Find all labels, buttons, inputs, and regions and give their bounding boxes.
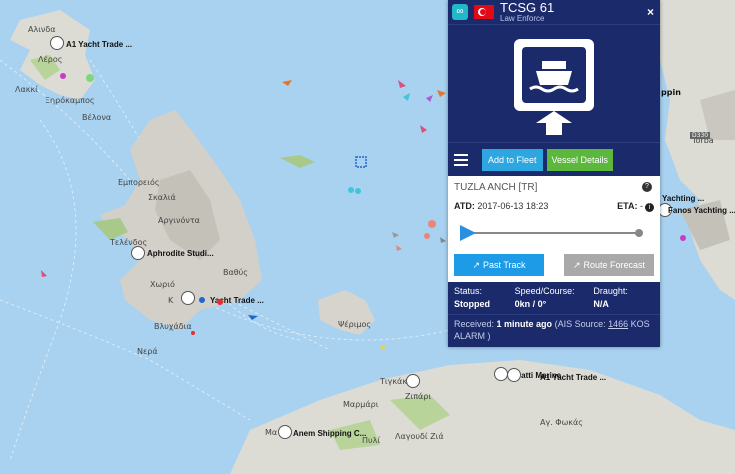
destination: TUZLA ANCH [TR] [454,182,538,193]
marker-label[interactable]: Yachting ... [662,194,704,203]
vessel-name: TCSG 61 [500,0,555,15]
place-label: Εμπορειός [118,178,160,187]
place-label: Αλινδα [28,25,56,34]
marker-label[interactable]: A1 Yacht Trade ... [66,40,132,49]
received-age: 1 minute ago [496,319,553,329]
draught-label: Draught: [593,286,628,296]
place-label: Μαρμάρι [343,400,379,409]
received-section: Received: 1 minute ago (AIS Source: 1466… [448,314,660,347]
past-track-label: Past Track [483,260,526,270]
marker-label[interactable]: Anem Shipping C... [293,429,366,438]
ship-icon [514,38,594,135]
place-label: Αγ. Φωκάς [540,418,583,427]
marina-marker-icon[interactable] [181,291,195,305]
status-section: Status: Stopped Speed/Course: 0kn / 0° D… [448,282,660,314]
place-label: Ψέριμος [338,320,372,329]
speed-value: 0kn / 0° [514,299,547,309]
draught-value: N/A [593,299,609,309]
destination-dot-icon [635,229,643,237]
marker-label[interactable]: Aphrodite Studi... [147,249,214,258]
place-label: Λακκί [15,85,38,94]
add-to-fleet-button[interactable]: Add to Fleet [482,148,543,171]
atd-label: ATD: [454,201,475,211]
marina-marker-icon[interactable] [50,36,64,50]
place-label: Κ [168,296,174,305]
place-label: Βαθύς [223,268,248,277]
marker-label[interactable]: Fanos Yachting ... [668,206,735,215]
info-icon[interactable]: i [645,203,654,212]
voyage-section: TUZLA ANCH [TR] ? ATD: 2017-06-13 18:23 … [448,176,660,282]
road-label: D330 [690,132,711,139]
route-icon: ↗ [572,259,581,270]
voyage-progress-line [462,232,640,234]
link-icon: ∞ [456,6,464,17]
ais-source-link[interactable]: 1466 [608,319,628,329]
received-label: Received: [454,319,495,329]
marina-marker-icon[interactable] [507,368,521,382]
eta-label: ETA: [617,201,638,211]
panel-header: ∞ TCSG 61 Law Enforce × [448,0,660,24]
place-label: Αργινόντα [158,216,200,225]
hotel-marker-icon[interactable] [131,246,145,260]
marker-icon[interactable] [406,374,420,388]
place-label: Λέρος [38,55,63,64]
place-label: Βλυχάδια [154,322,192,331]
atd-value: 2017-06-13 18:23 [477,201,549,211]
vessel-photo-placeholder [448,24,660,142]
track-icon: ↗ [472,259,481,270]
status-value: Stopped [454,299,490,309]
place-label: Βέλονα [82,113,112,122]
place-label: Ξηρόκαμπος [45,96,95,105]
ais-source-prefix: (AIS Source: [554,319,606,329]
status-label: Status: [454,286,483,296]
vessel-position-arrow-icon [460,225,476,241]
place-label: Ζιπάρι [405,392,432,401]
place-label: Μα [265,428,278,437]
help-icon[interactable]: ? [642,182,652,192]
close-button[interactable]: × [647,5,654,19]
place-label: Σκαλιά [148,193,176,202]
marker-label[interactable]: A1 Yacht Trade ... [540,373,606,382]
vessel-info-panel: ∞ TCSG 61 Law Enforce × Add to Fleet Ves… [448,0,660,347]
route-forecast-label: Route Forecast [583,260,646,270]
menu-icon[interactable] [454,153,468,166]
route-forecast-button[interactable]: ↗ Route Forecast [564,254,654,276]
link-button[interactable]: ∞ [452,4,468,20]
place-label: ppin [661,88,681,97]
place-label: Νερά [137,347,158,356]
speed-label: Speed/Course: [514,286,575,296]
past-track-button[interactable]: ↗ Past Track [454,254,544,276]
shipping-marker-icon[interactable] [278,425,292,439]
vessel-type: Law Enforce [500,13,545,23]
turkey-flag-icon [474,5,494,19]
marker-label[interactable]: Yacht Trade ... [210,296,264,305]
place-label: Τελένδος [110,238,148,247]
marina-marker-icon[interactable] [494,367,508,381]
place-label: Λαγουδί Ζιά [395,432,444,441]
panel-toolbar: Add to Fleet Vessel Details [448,142,660,176]
vessel-details-button[interactable]: Vessel Details [546,148,614,171]
place-label: Χωριό [150,280,175,289]
eta-value: - [640,201,643,211]
